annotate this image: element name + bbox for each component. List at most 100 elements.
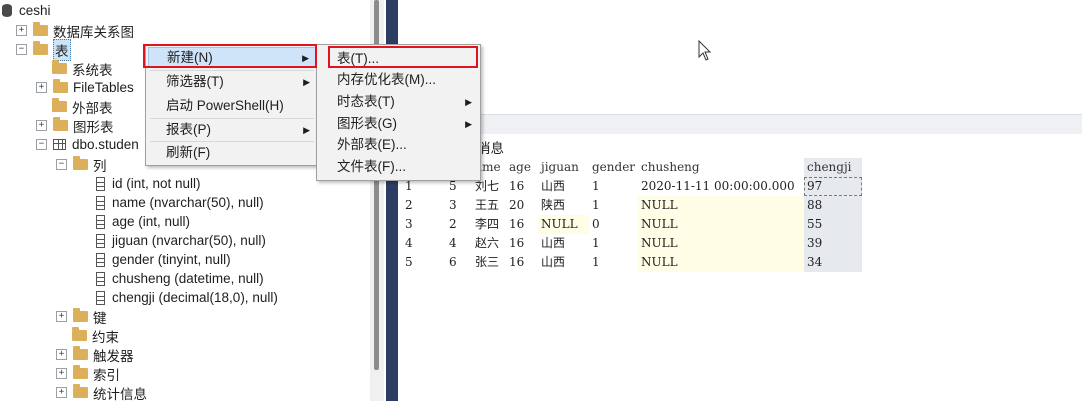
tree-node-column[interactable]: gender (tinyint, null)	[96, 250, 231, 269]
tree-node-tables[interactable]: − 表	[16, 38, 71, 61]
folder-icon	[52, 60, 67, 74]
menu-item-file-table[interactable]: 文件表(F)...	[319, 157, 478, 177]
submenu-arrow-icon: ▶	[303, 77, 310, 87]
menu-item-label: 内存优化表(M)...	[337, 72, 436, 87]
menu-item-label: 新建(N)	[167, 50, 213, 65]
grid-cell[interactable]: 1	[589, 234, 638, 253]
column-icon	[96, 233, 105, 248]
folder-icon	[33, 22, 48, 36]
column-header[interactable]: chengji	[804, 158, 862, 177]
tree-node-indexes[interactable]: + 索引	[56, 364, 120, 383]
expand-icon[interactable]: +	[56, 368, 67, 379]
row-number[interactable]: 3	[402, 215, 446, 234]
tab-messages[interactable]: 消息	[477, 137, 504, 157]
grid-cell[interactable]: 3	[446, 196, 472, 215]
tree-node-database[interactable]: ceshi	[2, 1, 51, 20]
menu-item-temporal-table[interactable]: 时态表(T) ▶	[319, 92, 478, 112]
collapse-icon[interactable]: −	[56, 159, 67, 170]
expand-icon[interactable]: +	[56, 349, 67, 360]
tree-node-filetables[interactable]: + FileTables	[36, 78, 134, 97]
menu-item-powershell[interactable]: 启动 PowerShell(H)	[148, 96, 316, 116]
grid-cell[interactable]: 6	[446, 253, 472, 272]
grid-cell[interactable]: 55	[804, 215, 862, 234]
grid-cell[interactable]: 山西	[538, 234, 589, 253]
tree-node-system-tables[interactable]: 系统表	[52, 59, 113, 78]
grid-cell[interactable]: 山西	[538, 253, 589, 272]
tree-node-column[interactable]: chusheng (datetime, null)	[96, 269, 264, 288]
menu-item-refresh[interactable]: 刷新(F)	[148, 143, 316, 163]
grid-cell[interactable]: NULL	[638, 215, 804, 234]
grid-cell[interactable]: NULL	[638, 196, 804, 215]
menu-item-graph-table[interactable]: 图形表(G) ▶	[319, 114, 478, 134]
expand-icon[interactable]: +	[16, 25, 27, 36]
grid-cell[interactable]: 20	[506, 196, 538, 215]
menu-item-filter[interactable]: 筛选器(T) ▶	[148, 72, 316, 92]
expand-icon[interactable]: +	[56, 311, 67, 322]
row-number[interactable]: 5	[402, 253, 446, 272]
tree-node-column[interactable]: chengji (decimal(18,0), null)	[96, 288, 278, 307]
editor-status-strip	[398, 114, 1082, 135]
grid-cell[interactable]: 0	[589, 215, 638, 234]
column-header[interactable]: jiguan	[538, 158, 589, 177]
tree-node-constraints[interactable]: 约束	[72, 326, 119, 345]
menu-item-reports[interactable]: 报表(P) ▶	[148, 120, 316, 140]
grid-cell[interactable]: 李四	[472, 215, 506, 234]
tree-node-triggers[interactable]: + 触发器	[56, 345, 134, 364]
column-header[interactable]: chusheng	[638, 158, 804, 177]
row-number[interactable]: 4	[402, 234, 446, 253]
tree-node-db-diagrams[interactable]: + 数据库关系图	[16, 21, 134, 40]
tree-label: id (int, not null)	[112, 176, 201, 191]
tree-label: 约束	[92, 329, 119, 345]
grid-cell[interactable]: 1	[589, 196, 638, 215]
grid-cell[interactable]: 16	[506, 177, 538, 196]
row-number[interactable]: 2	[402, 196, 446, 215]
grid-cell[interactable]: 34	[804, 253, 862, 272]
menu-item-label: 文件表(F)...	[337, 159, 406, 174]
column-header[interactable]: gender	[589, 158, 638, 177]
query-editor[interactable]	[398, 0, 1082, 114]
menu-item-memory-optimized-table[interactable]: 内存优化表(M)...	[319, 70, 478, 90]
grid-cell[interactable]: 1	[589, 253, 638, 272]
grid-cell[interactable]: 王五	[472, 196, 506, 215]
grid-cell[interactable]: 赵六	[472, 234, 506, 253]
grid-cell[interactable]: 16	[506, 215, 538, 234]
menu-item-new-table[interactable]: 表(T)...	[319, 49, 478, 69]
tree-node-column[interactable]: age (int, null)	[96, 212, 190, 231]
grid-cell[interactable]: 16	[506, 253, 538, 272]
grid-cell[interactable]: 88	[804, 196, 862, 215]
tree-node-column[interactable]: name (nvarchar(50), null)	[96, 193, 264, 212]
tree-label: chengji (decimal(18,0), null)	[112, 290, 278, 305]
grid-cell[interactable]: NULL	[638, 234, 804, 253]
tree-node-column[interactable]: id (int, not null)	[96, 174, 201, 193]
folder-icon	[52, 98, 67, 112]
tree-node-external-tables[interactable]: 外部表	[52, 97, 113, 116]
expand-icon[interactable]: +	[56, 387, 67, 398]
tree-label: 系统表	[72, 62, 113, 78]
submenu-new: 表(T)... 内存优化表(M)... 时态表(T) ▶ 图形表(G) ▶ 外部…	[316, 44, 481, 181]
tree-node-graph-tables[interactable]: + 图形表	[36, 116, 114, 135]
tree-node-keys[interactable]: + 键	[56, 307, 107, 326]
grid-cell[interactable]: 陕西	[538, 196, 589, 215]
tree-node-column[interactable]: jiguan (nvarchar(50), null)	[96, 231, 266, 250]
tree-label: gender (tinyint, null)	[112, 252, 231, 267]
collapse-icon[interactable]: −	[16, 44, 27, 55]
grid-cell[interactable]: 2	[446, 215, 472, 234]
grid-cell[interactable]: 张三	[472, 253, 506, 272]
grid-cell[interactable]: 2020-11-11 00:00:00.000	[638, 177, 804, 196]
grid-cell[interactable]: NULL	[638, 253, 804, 272]
menu-item-new[interactable]: 新建(N) ▶	[148, 47, 316, 67]
column-header[interactable]: age	[506, 158, 538, 177]
expand-icon[interactable]: +	[36, 82, 47, 93]
grid-cell[interactable]: 39	[804, 234, 862, 253]
grid-cell[interactable]: 1	[589, 177, 638, 196]
expand-icon[interactable]: +	[36, 120, 47, 131]
collapse-icon[interactable]: −	[36, 139, 47, 150]
tree-node-columns[interactable]: − 列	[56, 155, 107, 174]
grid-cell[interactable]: 4	[446, 234, 472, 253]
grid-cell[interactable]: 山西	[538, 177, 589, 196]
grid-cell[interactable]: NULL	[538, 215, 589, 234]
tree-node-table-student[interactable]: − dbo.studen	[36, 135, 139, 154]
menu-item-external-table[interactable]: 外部表(E)...	[319, 135, 478, 155]
tree-node-statistics[interactable]: + 统计信息	[56, 383, 147, 402]
grid-cell[interactable]: 16	[506, 234, 538, 253]
